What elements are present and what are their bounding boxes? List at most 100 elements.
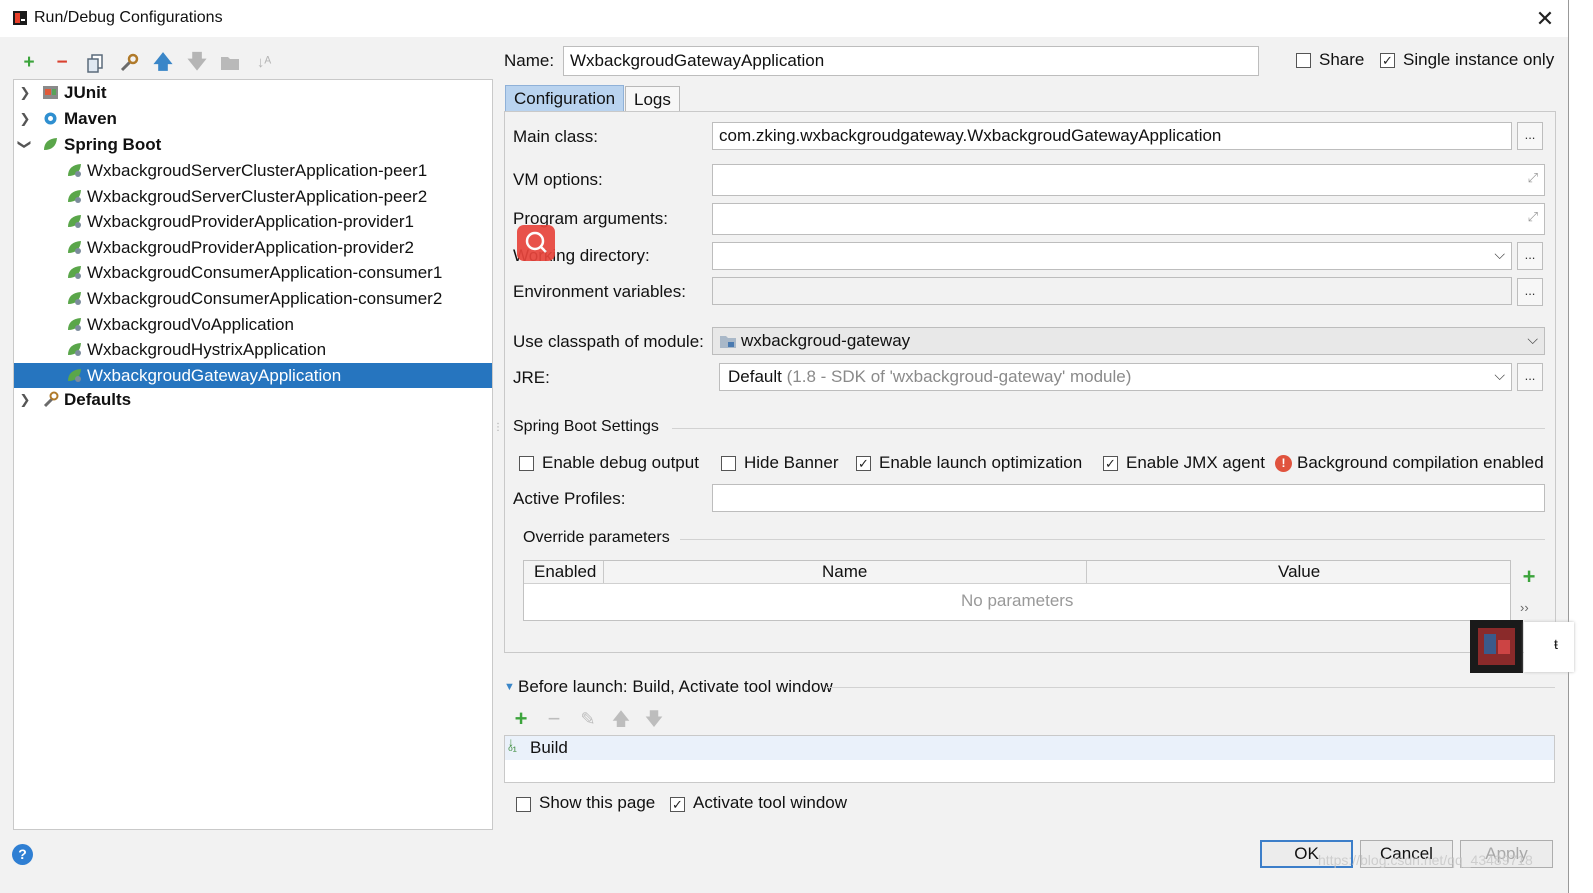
show-page-checkbox[interactable]: [516, 797, 531, 812]
add-parameter-icon[interactable]: +: [1518, 566, 1540, 588]
search-icon[interactable]: [517, 225, 555, 261]
tree-item-spring-config[interactable]: WxbackgroudConsumerApplication-consumer2: [14, 286, 492, 311]
overlay-side-panel[interactable]: ŧ: [1524, 622, 1574, 672]
col-header-name[interactable]: Name: [822, 562, 867, 582]
jre-label: JRE:: [513, 368, 550, 387]
share-checkbox[interactable]: [1296, 53, 1311, 68]
chevron-down-icon[interactable]: ⌵: [1494, 367, 1505, 384]
collapse-triangle-icon[interactable]: ▼: [504, 681, 515, 693]
active-profiles-label: Active Profiles:: [513, 489, 626, 508]
debug-output-checkbox[interactable]: [519, 456, 534, 471]
chevron-right-icon[interactable]: ❯: [18, 80, 32, 105]
tab-configuration[interactable]: Configuration: [505, 85, 625, 111]
wrench-icon[interactable]: [119, 53, 139, 73]
launch-optimization-checkbox[interactable]: ✓: [856, 456, 871, 471]
add-icon[interactable]: +: [18, 52, 40, 74]
copy-icon[interactable]: [86, 53, 106, 73]
tree-item-spring-config[interactable]: WxbackgroudConsumerApplication-consumer1: [14, 260, 492, 285]
jmx-agent-label: Enable JMX agent: [1126, 453, 1265, 472]
chevron-down-icon[interactable]: ⌵: [1494, 246, 1505, 263]
remove-task-icon: −: [547, 706, 561, 731]
activate-tool-label: Activate tool window: [693, 793, 848, 812]
chevron-down-icon[interactable]: ⌵: [1527, 331, 1538, 348]
more-icon[interactable]: ››: [1520, 600, 1529, 615]
spring-boot-icon: [44, 138, 57, 150]
tree-item-label: WxbackgroudProviderApplication-provider2: [87, 237, 414, 257]
working-dir-browse-button[interactable]: ...: [1517, 242, 1543, 270]
splitter-handle[interactable]: ⋮: [493, 423, 503, 445]
add-task-icon[interactable]: +: [510, 708, 532, 730]
spring-boot-icon: [68, 368, 81, 382]
activate-tool-checkbox[interactable]: ✓: [670, 797, 685, 812]
tree-group-junit[interactable]: ❯ JUnit: [14, 80, 492, 105]
env-vars-browse-button[interactable]: ...: [1517, 278, 1543, 306]
window-title: Run/Debug Configurations: [34, 9, 223, 26]
show-page-label: Show this page: [539, 793, 656, 812]
expand-icon[interactable]: ⤢: [1528, 170, 1538, 186]
col-header-enabled[interactable]: Enabled: [534, 562, 596, 582]
spring-settings-title: Spring Boot Settings: [513, 418, 659, 435]
move-up-icon: 🡅: [611, 709, 631, 729]
classpath-value: wxbackgroud-gateway: [741, 331, 911, 350]
name-value: WxbackgroudGatewayApplication: [570, 51, 825, 70]
edit-icon: ✎: [580, 709, 596, 729]
tree-item-spring-config[interactable]: WxbackgroudServerClusterApplication-peer…: [14, 184, 492, 209]
program-args-input[interactable]: ⤢: [712, 203, 1545, 235]
wrench-icon: [43, 391, 59, 408]
jmx-agent-checkbox[interactable]: ✓: [1103, 456, 1118, 471]
single-instance-checkbox[interactable]: ✓: [1380, 53, 1395, 68]
sort-icon: ↓ᴬ: [256, 54, 272, 71]
list-item[interactable]: ↓ ⁰¹ Build: [505, 736, 1554, 760]
chevron-down-icon[interactable]: ❯: [13, 138, 38, 152]
spring-boot-icon: [68, 240, 81, 254]
close-icon[interactable]: ✕: [1532, 6, 1558, 32]
chevron-right-icon[interactable]: ❯: [18, 106, 32, 131]
single-instance-label: Single instance only: [1403, 50, 1555, 69]
overlay-glyph-icon: ŧ: [1554, 636, 1558, 652]
tree-group-defaults[interactable]: ❯ Defaults: [14, 387, 492, 412]
tree-group-maven[interactable]: ❯ Maven: [14, 106, 492, 131]
thumbnail-overlay[interactable]: [1470, 620, 1523, 673]
main-class-input[interactable]: com.zking.wxbackgroudgateway.Wxbackgroud…: [712, 122, 1512, 150]
before-launch-list: ↓ ⁰¹ Build: [504, 735, 1555, 783]
main-class-value: com.zking.wxbackgroudgateway.Wxbackgroud…: [719, 126, 1222, 145]
chevron-right-icon[interactable]: ❯: [18, 387, 32, 412]
tree-item-label: WxbackgroudConsumerApplication-consumer2: [87, 289, 443, 308]
expand-icon[interactable]: ⤢: [1528, 209, 1538, 225]
vm-options-input[interactable]: ⤢: [712, 164, 1545, 196]
env-vars-input[interactable]: [712, 277, 1512, 305]
working-dir-combo[interactable]: ⌵: [712, 242, 1512, 270]
gear-icon: [44, 112, 57, 125]
override-title: Override parameters: [523, 529, 670, 546]
tree-item-spring-config[interactable]: WxbackgroudProviderApplication-provider1: [14, 209, 492, 234]
tree-item-spring-config[interactable]: WxbackgroudVoApplication: [14, 312, 492, 337]
move-up-icon[interactable]: 🡅: [152, 52, 174, 74]
tree-group-spring-boot[interactable]: ❯ Spring Boot: [14, 132, 492, 157]
tree-item-label: WxbackgroudHystrixApplication: [87, 340, 327, 360]
tree-item-spring-config[interactable]: WxbackgroudHystrixApplication: [14, 337, 492, 362]
spring-boot-icon: [68, 317, 81, 331]
remove-icon[interactable]: −: [51, 52, 73, 74]
tab-logs[interactable]: Logs: [625, 86, 680, 112]
classpath-module-combo[interactable]: wxbackgroud-gateway ⌵: [712, 327, 1545, 355]
tree-item-spring-config[interactable]: WxbackgroudGatewayApplication: [14, 362, 492, 388]
hide-banner-checkbox[interactable]: [721, 456, 736, 471]
tree-item-spring-config[interactable]: WxbackgroudProviderApplication-provider2: [14, 235, 492, 260]
launch-optimization-label: Enable launch optimization: [879, 453, 1083, 472]
spring-boot-icon: [68, 292, 81, 305]
watermark-text: https://blog.csdn.net/qq_43489718: [1318, 852, 1533, 868]
jre-browse-button[interactable]: ...: [1517, 363, 1543, 391]
env-vars-label: Environment variables:: [513, 282, 686, 301]
name-input[interactable]: WxbackgroudGatewayApplication: [563, 46, 1259, 76]
tree-item-label: WxbackgroudServerClusterApplication-peer…: [87, 186, 428, 206]
empty-table-text: No parameters: [961, 591, 1074, 610]
tree-item-spring-config[interactable]: WxbackgroudServerClusterApplication-peer…: [14, 158, 492, 183]
jre-combo[interactable]: Default (1.8 - SDK of 'wxbackgroud-gatew…: [719, 363, 1512, 391]
help-icon[interactable]: ?: [12, 844, 33, 865]
before-launch-title: Before launch: Build, Activate tool wind…: [518, 677, 833, 696]
move-down-icon: 🡇: [187, 52, 207, 73]
vm-options-label: VM options:: [513, 170, 603, 189]
col-header-value[interactable]: Value: [1278, 562, 1320, 582]
active-profiles-input[interactable]: [712, 484, 1545, 512]
main-class-browse-button[interactable]: ...: [1517, 122, 1543, 150]
